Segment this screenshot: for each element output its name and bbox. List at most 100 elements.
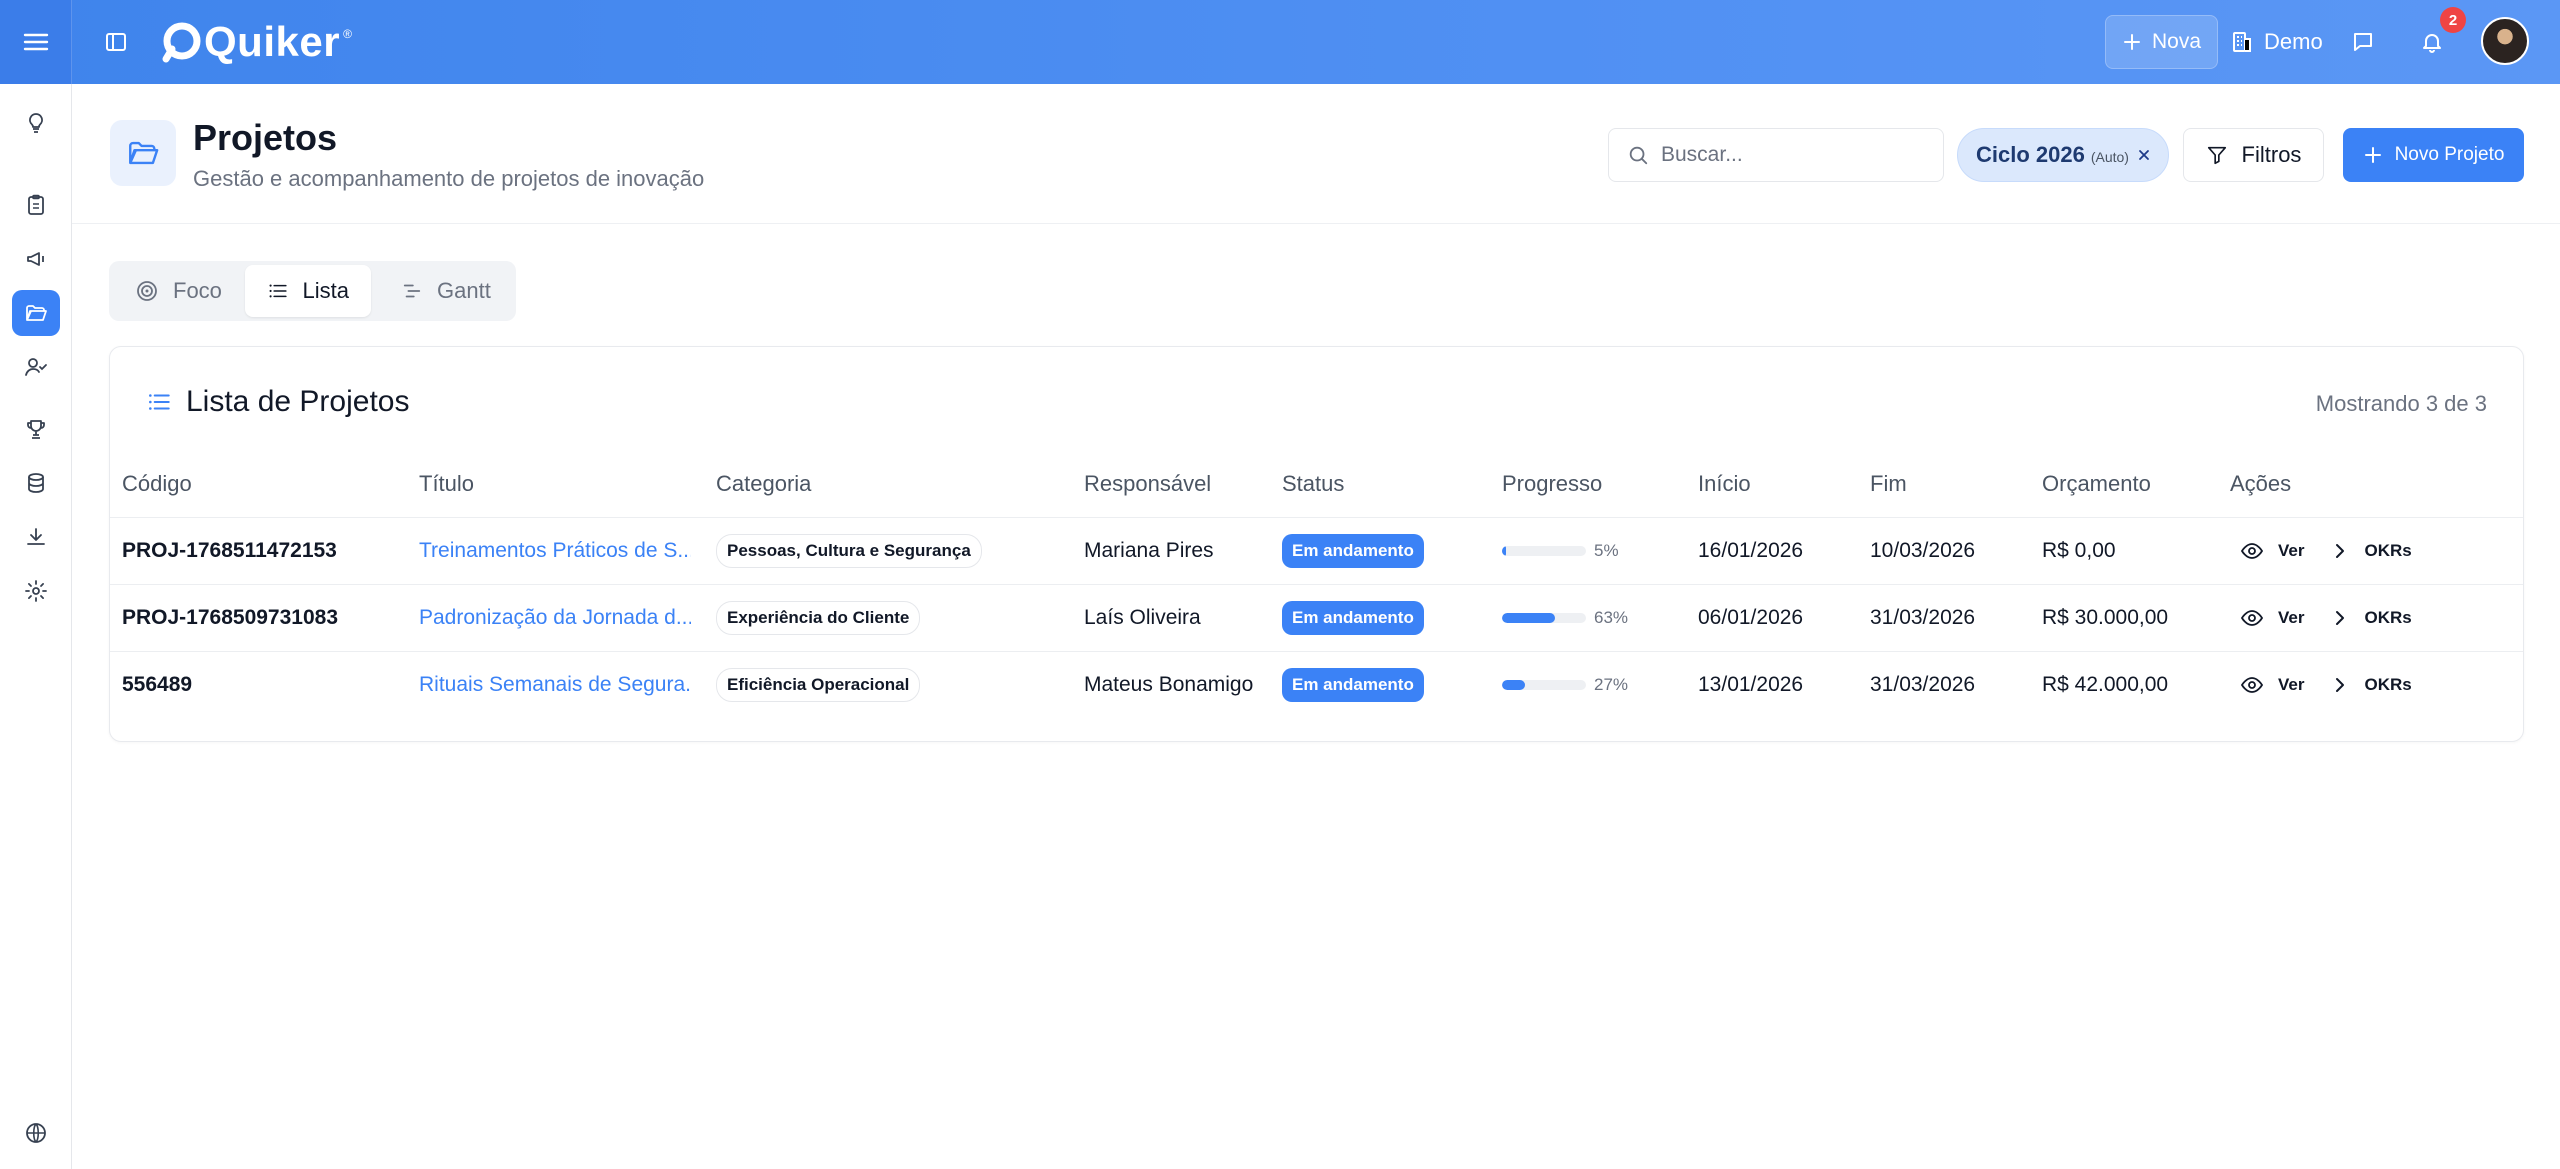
clipboard-icon [28, 194, 44, 215]
column-header-code[interactable]: Código [122, 471, 192, 497]
okrs-button[interactable]: OKRs [2330, 541, 2412, 561]
sidebar-item-projects[interactable] [12, 290, 60, 336]
filters-button[interactable]: Filtros [2183, 128, 2324, 182]
filter-icon [2207, 146, 2226, 165]
okrs-button[interactable]: OKRs [2330, 675, 2412, 695]
column-header-budget[interactable]: Orçamento [2042, 471, 2151, 497]
new-project-button[interactable]: Novo Projeto [2343, 128, 2524, 182]
cycle-filter-chip[interactable]: Ciclo 2026 (Auto) [1957, 128, 2169, 182]
list-icon [269, 284, 287, 298]
progress-track [1502, 680, 1586, 690]
sidebar-item-tasks[interactable] [12, 182, 60, 228]
sidebar-panel-icon [106, 33, 126, 51]
cell-start-date: 16/01/2026 [1698, 539, 1804, 562]
progress-cell: 5% [1502, 518, 1619, 584]
column-header-title[interactable]: Título [419, 471, 474, 497]
sidebar-item-people[interactable] [12, 344, 60, 390]
status-badge: Em andamento [1282, 601, 1424, 635]
sidebar-item-export[interactable] [12, 514, 60, 560]
messages-button[interactable] [2347, 26, 2379, 58]
table-row[interactable]: 556489 Rituais Semanais de Segura... Efi… [110, 652, 2523, 719]
search-input[interactable] [1661, 143, 1921, 167]
eye-icon [2240, 543, 2264, 559]
sidebar-item-rankings[interactable] [12, 406, 60, 452]
cell-start-date: 06/01/2026 [1698, 606, 1804, 629]
notifications-button[interactable] [2416, 26, 2448, 58]
cell-end-date: 10/03/2026 [1870, 539, 1976, 562]
status-badge: Em andamento [1282, 534, 1424, 568]
cell-owner: Laís Oliveira [1084, 606, 1201, 629]
card-title: Lista de Projetos [146, 385, 409, 419]
plus-icon [2364, 147, 2381, 163]
org-switcher[interactable]: Demo [2230, 15, 2334, 69]
panel-toggle-button[interactable] [100, 26, 132, 58]
search-icon [1629, 146, 1648, 165]
menu-button[interactable] [0, 0, 72, 84]
trophy-icon [27, 420, 45, 439]
progress-cell: 63% [1502, 585, 1628, 651]
cell-owner: Mateus Bonamigo [1084, 673, 1254, 696]
settings-icon [25, 580, 47, 602]
user-avatar[interactable] [2481, 17, 2529, 65]
new-button[interactable]: Nova [2105, 15, 2218, 69]
target-icon [137, 281, 157, 301]
cell-code: PROJ-1768509731083 [122, 606, 339, 629]
brand-logo[interactable]: Quiker ® [160, 16, 352, 68]
hamburger-icon [23, 33, 48, 51]
category-badge: Pessoas, Cultura e Segurança [716, 534, 982, 568]
message-icon [2354, 33, 2372, 51]
column-header-progress[interactable]: Progresso [1502, 471, 1602, 497]
column-header-start[interactable]: Início [1698, 471, 1751, 497]
sidebar-item-settings[interactable] [12, 568, 60, 614]
cell-end-date: 31/03/2026 [1870, 606, 1976, 629]
progress-percent: 63% [1594, 608, 1629, 627]
view-button[interactable]: Ver [2240, 606, 2304, 630]
chevron-right-icon [2336, 611, 2345, 625]
progress-fill [1502, 546, 1507, 556]
plus-icon [2123, 34, 2140, 50]
sidebar [0, 84, 72, 1169]
cell-owner: Mariana Pires [1084, 539, 1214, 562]
view-label: Ver [2278, 675, 2305, 694]
project-title-link[interactable]: Padronização da Jornada d... [419, 606, 691, 630]
chip-remove-button[interactable] [2134, 145, 2154, 165]
view-button[interactable]: Ver [2240, 539, 2304, 563]
tab-foco-label: Foco [173, 278, 222, 303]
sidebar-item-campaigns[interactable] [12, 236, 60, 282]
gantt-icon [403, 284, 421, 298]
new-project-label: Novo Projeto [2394, 144, 2505, 165]
okrs-button[interactable]: OKRs [2330, 608, 2412, 628]
cell-code: PROJ-1768511472153 [122, 539, 337, 562]
progress-percent: 27% [1594, 675, 1629, 694]
sidebar-item-language[interactable] [12, 1110, 60, 1156]
tab-foco[interactable]: Foco [113, 265, 244, 317]
cell-budget: R$ 42.000,00 [2042, 673, 2169, 696]
sidebar-item-data[interactable] [12, 460, 60, 506]
cell-start-date: 13/01/2026 [1698, 673, 1804, 696]
project-title-link[interactable]: Treinamentos Práticos de S... [419, 539, 691, 563]
category-badge: Eficiência Operacional [716, 668, 921, 702]
view-label: Ver [2278, 541, 2305, 560]
progress-track [1502, 613, 1586, 623]
list-icon [149, 394, 170, 410]
chevron-right-icon [2336, 678, 2345, 692]
view-button[interactable]: Ver [2240, 673, 2304, 697]
project-title-link[interactable]: Rituais Semanais de Segura... [419, 673, 691, 697]
column-header-end[interactable]: Fim [1870, 471, 1907, 497]
header-icon-box [110, 120, 176, 186]
column-header-status[interactable]: Status [1282, 471, 1344, 497]
notification-count-badge: 2 [2440, 7, 2466, 33]
card-title-text: Lista de Projetos [186, 385, 410, 418]
sidebar-item-ideas[interactable] [12, 100, 60, 146]
table-row[interactable]: PROJ-1768511472153 Treinamentos Práticos… [110, 518, 2523, 585]
search-box[interactable] [1608, 128, 1944, 182]
column-header-owner[interactable]: Responsável [1084, 471, 1211, 497]
table-row[interactable]: PROJ-1768509731083 Padronização da Jorna… [110, 585, 2523, 652]
column-header-category[interactable]: Categoria [716, 471, 811, 497]
progress-track [1502, 546, 1586, 556]
view-label: Ver [2278, 608, 2305, 627]
tab-lista[interactable]: Lista [245, 265, 371, 317]
org-label: Demo [2264, 29, 2323, 54]
tab-gantt[interactable]: Gantt [379, 265, 513, 317]
building-icon [2233, 32, 2251, 52]
